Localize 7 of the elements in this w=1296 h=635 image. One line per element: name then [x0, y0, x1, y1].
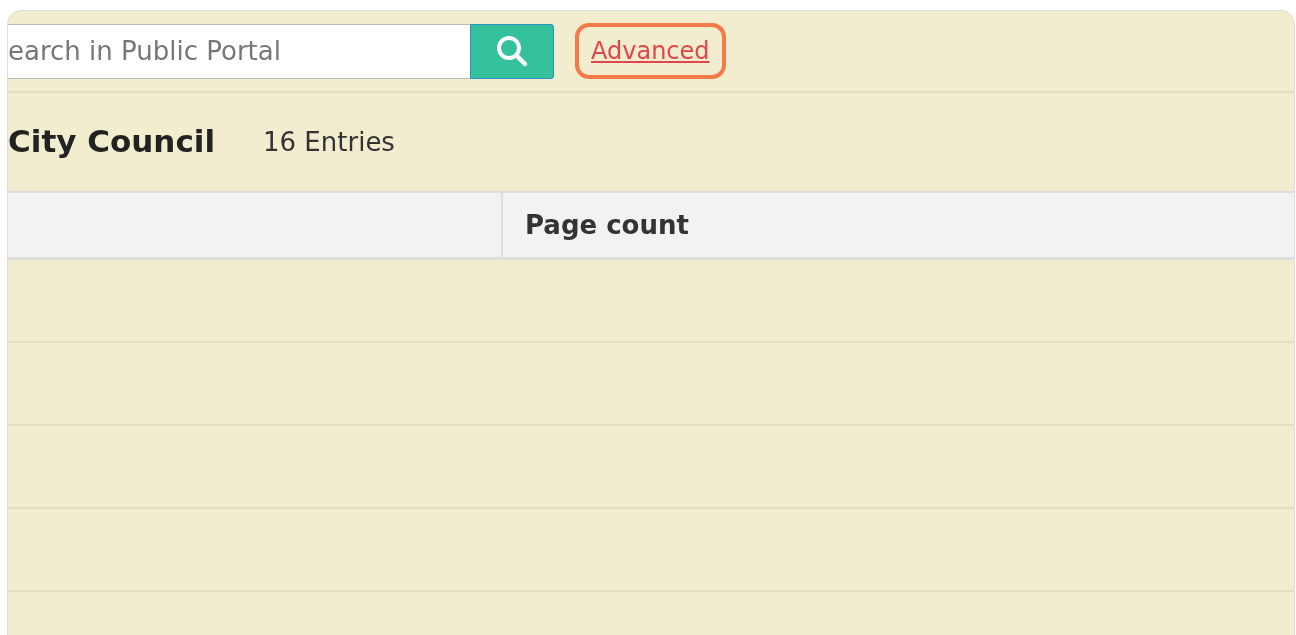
advanced-link[interactable]: Advanced — [575, 23, 726, 79]
entry-count: 16 Entries — [263, 125, 395, 159]
section-title: City Council — [8, 123, 215, 161]
search-icon — [495, 34, 529, 68]
search-field[interactable]: earch in Public Portal — [8, 23, 470, 79]
search-button[interactable] — [470, 23, 554, 79]
column-header: Page count — [524, 208, 690, 242]
